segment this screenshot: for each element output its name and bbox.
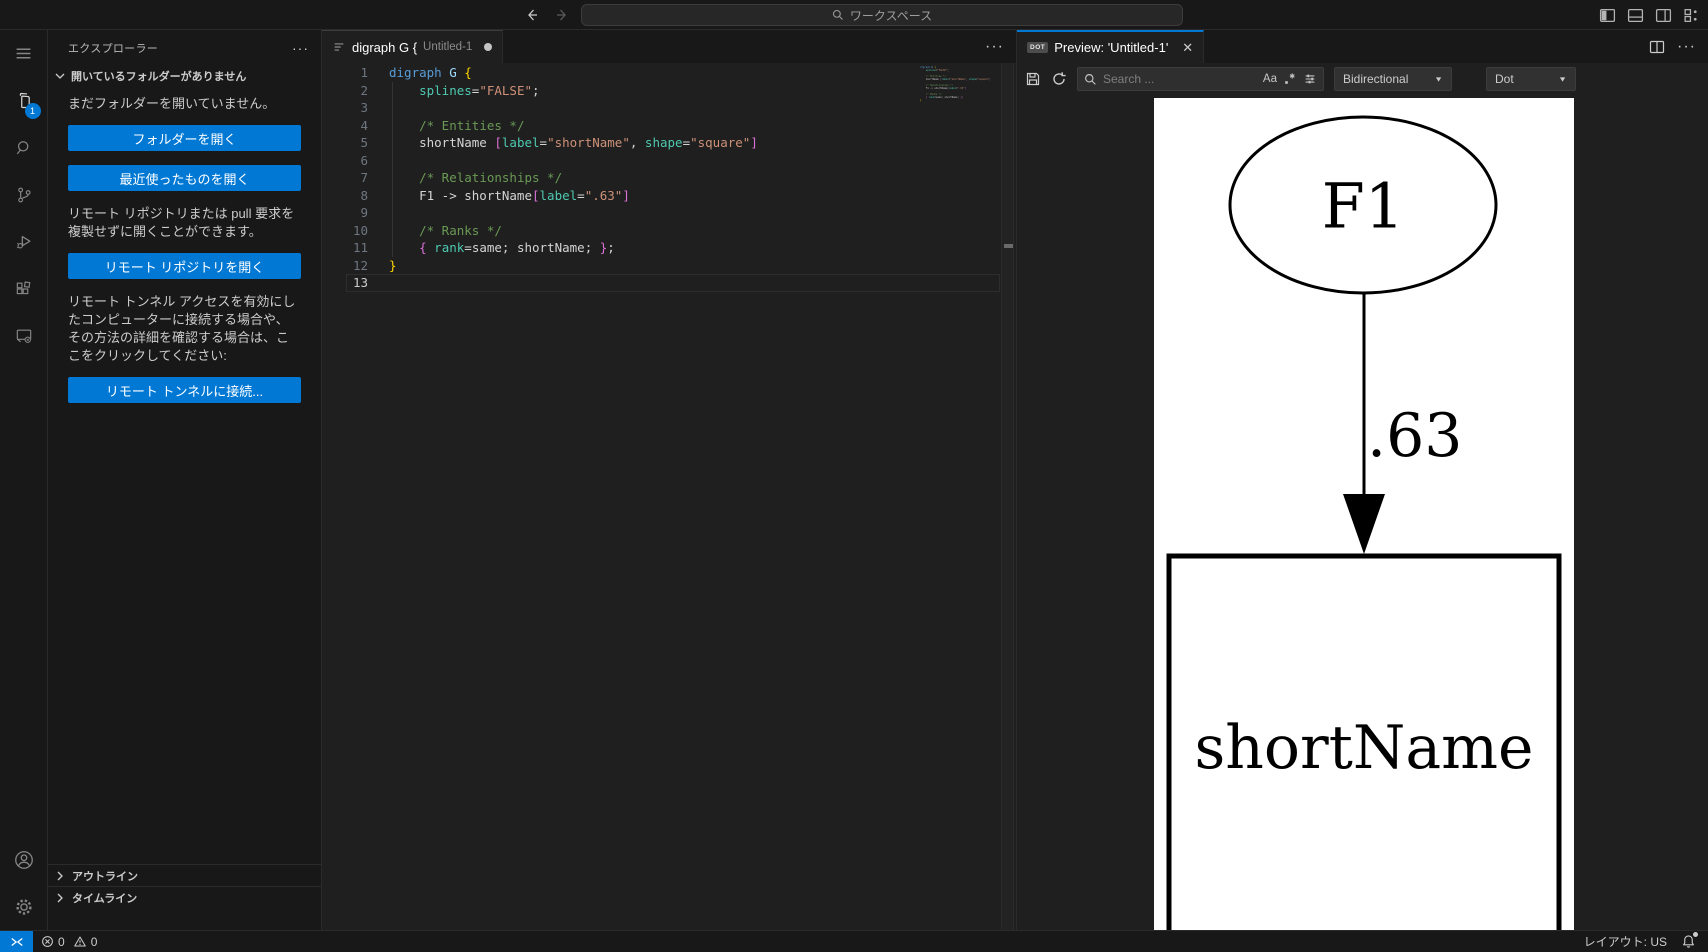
open-folder-button[interactable]: フォルダーを開く: [68, 125, 301, 151]
settings-gear-icon[interactable]: [0, 883, 48, 930]
sidebar-item-explorer[interactable]: 1: [0, 77, 48, 124]
history-forward-icon[interactable]: [554, 7, 570, 23]
node-shortname-label: shortName: [1194, 713, 1533, 783]
chevron-right-icon: [52, 890, 68, 906]
status-bar: 0 0 レイアウト: US: [0, 930, 1708, 952]
save-icon[interactable]: [1025, 71, 1041, 87]
remote-repo-text: リモート リポジトリまたは pull 要求を複製せずに開くことができます。: [68, 206, 295, 239]
preview-search-input[interactable]: [1103, 72, 1257, 86]
search-icon: [1084, 73, 1097, 86]
line-numbers: 1 2 3 4 5 6 7 8 9 10 11 12 13: [352, 65, 368, 290]
tab-description: Untitled-1: [423, 41, 473, 53]
warnings-icon: [73, 936, 86, 947]
file-icon: [332, 40, 346, 54]
editor-tab-bar: digraph G { Untitled-1 ···: [322, 30, 1016, 63]
timeline-pane-header[interactable]: タイムライン: [48, 886, 321, 908]
close-icon[interactable]: ✕: [1182, 40, 1193, 56]
account-icon[interactable]: [0, 836, 48, 883]
history-back-icon[interactable]: [524, 7, 540, 23]
editor-group: digraph G { Untitled-1 ··· 1 2 3 4 5 6 7 8 9 10 11…: [322, 30, 1016, 930]
dirty-indicator-icon[interactable]: [484, 43, 493, 51]
no-folder-section-header[interactable]: 開いているフォルダーがありません: [48, 65, 321, 87]
preview-tab-bar: DOT Preview: 'Untitled-1' ✕ ···: [1017, 30, 1708, 63]
refresh-icon[interactable]: [1051, 71, 1067, 87]
graph-preview[interactable]: F1 .63 shortName: [1017, 95, 1708, 930]
sidebar-more-actions-icon[interactable]: ···: [292, 40, 309, 56]
sidebar-item-remote-explorer[interactable]: [0, 312, 48, 359]
toggle-primary-sidebar-icon[interactable]: [1599, 7, 1616, 24]
node-f1-label: F1: [1322, 170, 1404, 243]
tab-label: digraph G {: [352, 39, 418, 55]
toggle-panel-icon[interactable]: [1627, 7, 1644, 24]
title-bar: ワークスペース: [0, 0, 1708, 30]
edge-label: .63: [1367, 401, 1462, 471]
tab-preview-untitled-1[interactable]: DOT Preview: 'Untitled-1' ✕: [1017, 30, 1205, 63]
command-center-label: ワークスペース: [849, 8, 933, 23]
chevron-down-icon: [52, 68, 68, 84]
menu-icon[interactable]: [0, 30, 48, 77]
graphviz-rendering: F1 .63 shortName: [1166, 115, 1562, 930]
preview-more-actions-icon[interactable]: ···: [1677, 38, 1696, 56]
toggle-secondary-sidebar-icon[interactable]: [1655, 7, 1672, 24]
editor-more-actions-icon[interactable]: ···: [985, 38, 1004, 56]
minimap[interactable]: digraph G { splines="FALSE"; /* Entities…: [920, 66, 1000, 105]
engine-dropdown[interactable]: Dot ▼: [1486, 67, 1576, 91]
edge-arrowhead: [1343, 494, 1385, 554]
ruler-cursor-mark: [1004, 244, 1013, 248]
sidebar-item-run-debug[interactable]: [0, 218, 48, 265]
errors-count: 0: [58, 934, 65, 949]
code-editor[interactable]: 1 2 3 4 5 6 7 8 9 10 11 12 13 digraph G { splines="F…: [322, 63, 1016, 930]
open-recent-button[interactable]: 最近使ったものを開く: [68, 165, 301, 191]
preview-search-box: Aa: [1077, 67, 1324, 91]
errors-icon: [42, 936, 53, 947]
no-folder-text: まだフォルダーを開いていません。: [68, 96, 276, 111]
dot-language-icon: DOT: [1027, 42, 1049, 53]
outline-pane-header[interactable]: アウトライン: [48, 864, 321, 886]
connect-remote-tunnel-button[interactable]: リモート トンネルに接続...: [68, 377, 301, 403]
search-options-icon[interactable]: [1303, 72, 1317, 86]
sidebar-item-extensions[interactable]: [0, 265, 48, 312]
overview-ruler[interactable]: [1001, 63, 1014, 930]
search-icon: [832, 9, 844, 21]
explorer-badge: 1: [24, 103, 41, 119]
activity-bar: 1: [0, 30, 48, 930]
match-case-toggle[interactable]: Aa: [1263, 73, 1277, 85]
regex-toggle[interactable]: [1283, 72, 1297, 86]
graph-canvas: F1 .63 shortName: [1154, 98, 1574, 930]
code-lines: digraph G { splines="FALSE"; /* Entities…: [389, 65, 758, 273]
sidebar-title: エクスプローラー: [68, 42, 159, 55]
open-remote-repository-button[interactable]: リモート リポジトリを開く: [68, 253, 301, 279]
preview-tab-label: Preview: 'Untitled-1': [1054, 40, 1169, 55]
preview-toolbar: Aa Bidirectional▼ Dot▼: [1017, 63, 1708, 95]
split-editor-icon[interactable]: [1649, 39, 1665, 55]
sidebar-item-search[interactable]: [0, 124, 48, 171]
remote-tunnel-text: リモート トンネル アクセスを有効にしたコンピューターに接続する場合や、その方法…: [68, 294, 296, 363]
chevron-right-icon: [52, 868, 68, 884]
explorer-sidebar: エクスプローラー ··· 開いているフォルダーがありません まだフォルダーを開い…: [48, 30, 322, 930]
notifications-bell-icon[interactable]: [1681, 932, 1698, 949]
remote-indicator[interactable]: [0, 931, 33, 952]
keyboard-layout-indicator[interactable]: レイアウト: US: [1584, 933, 1667, 950]
direction-dropdown[interactable]: Bidirectional ▼: [1334, 67, 1452, 91]
preview-group: DOT Preview: 'Untitled-1' ✕ ··· Aa: [1016, 30, 1708, 930]
sidebar-item-source-control[interactable]: [0, 171, 48, 218]
customize-layout-icon[interactable]: [1683, 7, 1700, 24]
warnings-count: 0: [90, 934, 98, 949]
problems-indicator[interactable]: 0 0: [41, 935, 97, 949]
tab-untitled-1[interactable]: digraph G { Untitled-1: [322, 30, 504, 63]
command-center[interactable]: ワークスペース: [581, 4, 1183, 26]
